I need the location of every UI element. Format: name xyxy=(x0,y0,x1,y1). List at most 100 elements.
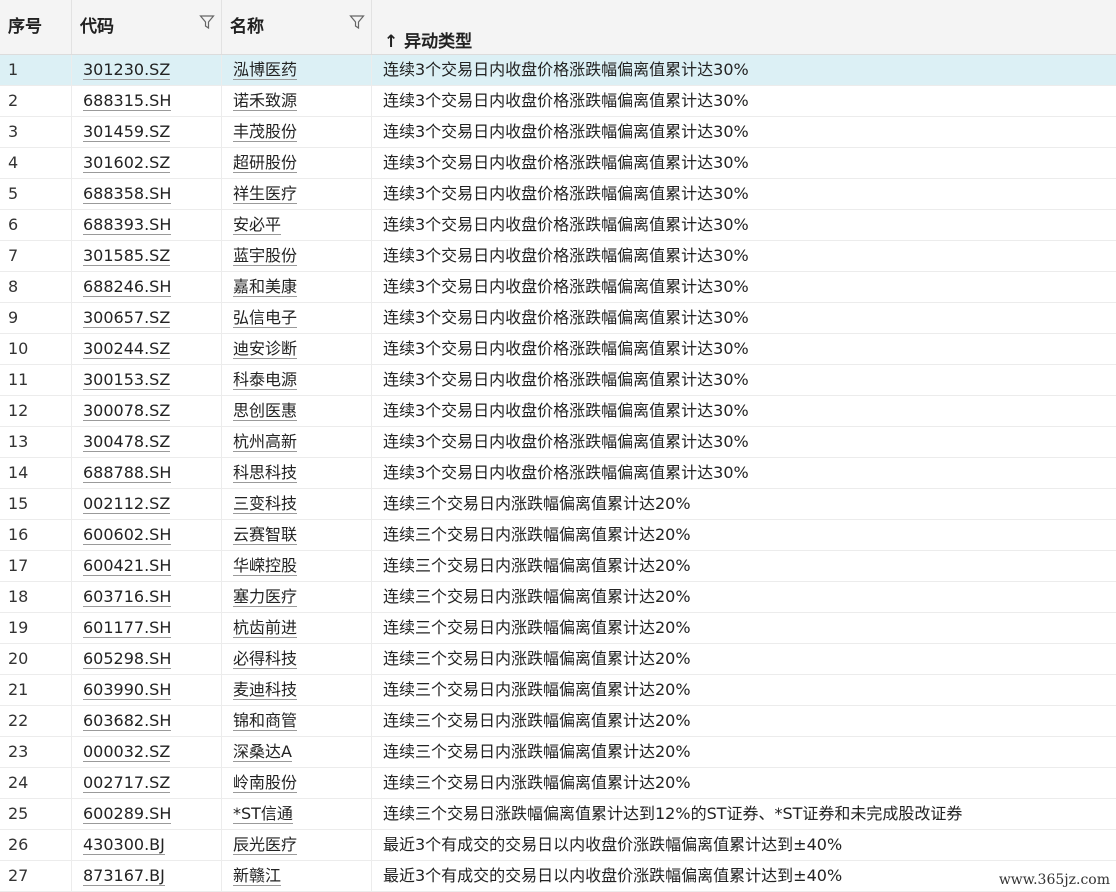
stock-code-link[interactable]: 603990.SH xyxy=(83,680,172,700)
stock-code-cell[interactable]: 000032.SZ xyxy=(72,737,222,767)
table-row[interactable]: 5 688358.SH 祥生医疗 连续3个交易日内收盘价格涨跌幅偏离值累计达30% xyxy=(0,179,1116,210)
table-row[interactable]: 17 600421.SH 华嵘控股 连续三个交易日内涨跌幅偏离值累计达20% xyxy=(0,551,1116,582)
stock-name-link[interactable]: 科思科技 xyxy=(233,463,298,483)
stock-code-cell[interactable]: 002112.SZ xyxy=(72,489,222,519)
table-row[interactable]: 3 301459.SZ 丰茂股份 连续3个交易日内收盘价格涨跌幅偏离值累计达30% xyxy=(0,117,1116,148)
stock-code-link[interactable]: 301230.SZ xyxy=(83,60,171,80)
column-header-code[interactable]: 代码 xyxy=(72,0,222,54)
stock-name-cell[interactable]: 岭南股份 xyxy=(222,768,372,798)
stock-name-link[interactable]: 诺禾致源 xyxy=(233,91,298,111)
stock-name-cell[interactable]: 祥生医疗 xyxy=(222,179,372,209)
stock-name-link[interactable]: 超研股份 xyxy=(233,153,298,173)
stock-name-link[interactable]: 泓博医药 xyxy=(233,60,298,80)
stock-code-link[interactable]: 300078.SZ xyxy=(83,401,171,421)
stock-code-link[interactable]: 688358.SH xyxy=(83,184,172,204)
table-row[interactable]: 19 601177.SH 杭齿前进 连续三个交易日内涨跌幅偏离值累计达20% xyxy=(0,613,1116,644)
stock-name-link[interactable]: 岭南股份 xyxy=(233,773,298,793)
stock-code-link[interactable]: 605298.SH xyxy=(83,649,172,669)
stock-code-cell[interactable]: 603716.SH xyxy=(72,582,222,612)
stock-name-link[interactable]: 辰光医疗 xyxy=(233,835,298,855)
filter-icon[interactable] xyxy=(199,14,215,30)
stock-code-link[interactable]: 600289.SH xyxy=(83,804,172,824)
stock-code-cell[interactable]: 300153.SZ xyxy=(72,365,222,395)
table-row[interactable]: 15 002112.SZ 三变科技 连续三个交易日内涨跌幅偏离值累计达20% xyxy=(0,489,1116,520)
table-row[interactable]: 26 430300.BJ 辰光医疗 最近3个有成交的交易日以内收盘价涨跌幅偏离值累计达… xyxy=(0,830,1116,861)
stock-code-link[interactable]: 688315.SH xyxy=(83,91,172,111)
stock-name-cell[interactable]: 三变科技 xyxy=(222,489,372,519)
stock-name-cell[interactable]: 必得科技 xyxy=(222,644,372,674)
stock-name-cell[interactable]: 迪安诊断 xyxy=(222,334,372,364)
stock-name-cell[interactable]: 辰光医疗 xyxy=(222,830,372,860)
filter-icon[interactable] xyxy=(349,14,365,30)
stock-code-cell[interactable]: 688393.SH xyxy=(72,210,222,240)
stock-name-cell[interactable]: 安必平 xyxy=(222,210,372,240)
stock-name-link[interactable]: 三变科技 xyxy=(233,494,298,514)
stock-code-cell[interactable]: 688358.SH xyxy=(72,179,222,209)
stock-code-cell[interactable]: 301602.SZ xyxy=(72,148,222,178)
stock-name-link[interactable]: 云赛智联 xyxy=(233,525,298,545)
stock-code-link[interactable]: 430300.BJ xyxy=(83,835,165,855)
stock-code-link[interactable]: 300153.SZ xyxy=(83,370,171,390)
stock-name-cell[interactable]: 新赣江 xyxy=(222,861,372,891)
stock-name-link[interactable]: 祥生医疗 xyxy=(233,184,298,204)
stock-name-link[interactable]: 塞力医疗 xyxy=(233,587,298,607)
column-header-index[interactable]: 序号 xyxy=(0,0,72,54)
table-row[interactable]: 20 605298.SH 必得科技 连续三个交易日内涨跌幅偏离值累计达20% xyxy=(0,644,1116,675)
table-row[interactable]: 11 300153.SZ 科泰电源 连续3个交易日内收盘价格涨跌幅偏离值累计达30% xyxy=(0,365,1116,396)
stock-code-link[interactable]: 873167.BJ xyxy=(83,866,165,886)
stock-name-link[interactable]: 科泰电源 xyxy=(233,370,298,390)
stock-code-link[interactable]: 688788.SH xyxy=(83,463,172,483)
stock-name-cell[interactable]: 科思科技 xyxy=(222,458,372,488)
stock-code-link[interactable]: 600602.SH xyxy=(83,525,172,545)
table-row[interactable]: 16 600602.SH 云赛智联 连续三个交易日内涨跌幅偏离值累计达20% xyxy=(0,520,1116,551)
stock-code-cell[interactable]: 430300.BJ xyxy=(72,830,222,860)
stock-code-link[interactable]: 002717.SZ xyxy=(83,773,171,793)
stock-name-link[interactable]: 思创医惠 xyxy=(233,401,298,421)
table-row[interactable]: 1 301230.SZ 泓博医药 连续3个交易日内收盘价格涨跌幅偏离值累计达30% xyxy=(0,55,1116,86)
stock-name-link[interactable]: 深桑达A xyxy=(233,742,292,762)
table-row[interactable]: 14 688788.SH 科思科技 连续3个交易日内收盘价格涨跌幅偏离值累计达30% xyxy=(0,458,1116,489)
stock-code-link[interactable]: 600421.SH xyxy=(83,556,172,576)
stock-code-cell[interactable]: 600602.SH xyxy=(72,520,222,550)
stock-name-link[interactable]: *ST信通 xyxy=(233,804,293,824)
stock-name-cell[interactable]: 塞力医疗 xyxy=(222,582,372,612)
stock-code-link[interactable]: 603682.SH xyxy=(83,711,172,731)
stock-code-cell[interactable]: 873167.BJ xyxy=(72,861,222,891)
stock-code-cell[interactable]: 600421.SH xyxy=(72,551,222,581)
stock-code-cell[interactable]: 301585.SZ xyxy=(72,241,222,271)
stock-name-cell[interactable]: 科泰电源 xyxy=(222,365,372,395)
stock-code-link[interactable]: 688393.SH xyxy=(83,215,172,235)
table-row[interactable]: 9 300657.SZ 弘信电子 连续3个交易日内收盘价格涨跌幅偏离值累计达30% xyxy=(0,303,1116,334)
table-row[interactable]: 2 688315.SH 诺禾致源 连续3个交易日内收盘价格涨跌幅偏离值累计达30% xyxy=(0,86,1116,117)
stock-code-cell[interactable]: 688788.SH xyxy=(72,458,222,488)
table-row[interactable]: 22 603682.SH 锦和商管 连续三个交易日内涨跌幅偏离值累计达20% xyxy=(0,706,1116,737)
stock-name-cell[interactable]: 麦迪科技 xyxy=(222,675,372,705)
stock-name-cell[interactable]: 深桑达A xyxy=(222,737,372,767)
stock-code-cell[interactable]: 603990.SH xyxy=(72,675,222,705)
stock-code-cell[interactable]: 601177.SH xyxy=(72,613,222,643)
table-row[interactable]: 12 300078.SZ 思创医惠 连续3个交易日内收盘价格涨跌幅偏离值累计达30% xyxy=(0,396,1116,427)
stock-name-cell[interactable]: *ST信通 xyxy=(222,799,372,829)
stock-name-cell[interactable]: 锦和商管 xyxy=(222,706,372,736)
stock-name-cell[interactable]: 杭州高新 xyxy=(222,427,372,457)
stock-name-cell[interactable]: 泓博医药 xyxy=(222,55,372,85)
stock-name-link[interactable]: 蓝宇股份 xyxy=(233,246,298,266)
stock-name-cell[interactable]: 嘉和美康 xyxy=(222,272,372,302)
stock-name-link[interactable]: 杭齿前进 xyxy=(233,618,298,638)
stock-code-cell[interactable]: 300657.SZ xyxy=(72,303,222,333)
table-row[interactable]: 27 873167.BJ 新赣江 最近3个有成交的交易日以内收盘价涨跌幅偏离值累计达到… xyxy=(0,861,1116,892)
stock-name-link[interactable]: 杭州高新 xyxy=(233,432,298,452)
stock-code-link[interactable]: 301459.SZ xyxy=(83,122,171,142)
table-row[interactable]: 8 688246.SH 嘉和美康 连续3个交易日内收盘价格涨跌幅偏离值累计达30% xyxy=(0,272,1116,303)
stock-name-link[interactable]: 新赣江 xyxy=(233,866,282,886)
stock-code-cell[interactable]: 688246.SH xyxy=(72,272,222,302)
stock-code-link[interactable]: 601177.SH xyxy=(83,618,172,638)
table-row[interactable]: 18 603716.SH 塞力医疗 连续三个交易日内涨跌幅偏离值累计达20% xyxy=(0,582,1116,613)
stock-code-link[interactable]: 688246.SH xyxy=(83,277,172,297)
stock-code-cell[interactable]: 603682.SH xyxy=(72,706,222,736)
stock-code-link[interactable]: 603716.SH xyxy=(83,587,172,607)
stock-name-cell[interactable]: 丰茂股份 xyxy=(222,117,372,147)
stock-code-cell[interactable]: 300244.SZ xyxy=(72,334,222,364)
stock-name-link[interactable]: 锦和商管 xyxy=(233,711,298,731)
stock-code-link[interactable]: 002112.SZ xyxy=(83,494,171,514)
